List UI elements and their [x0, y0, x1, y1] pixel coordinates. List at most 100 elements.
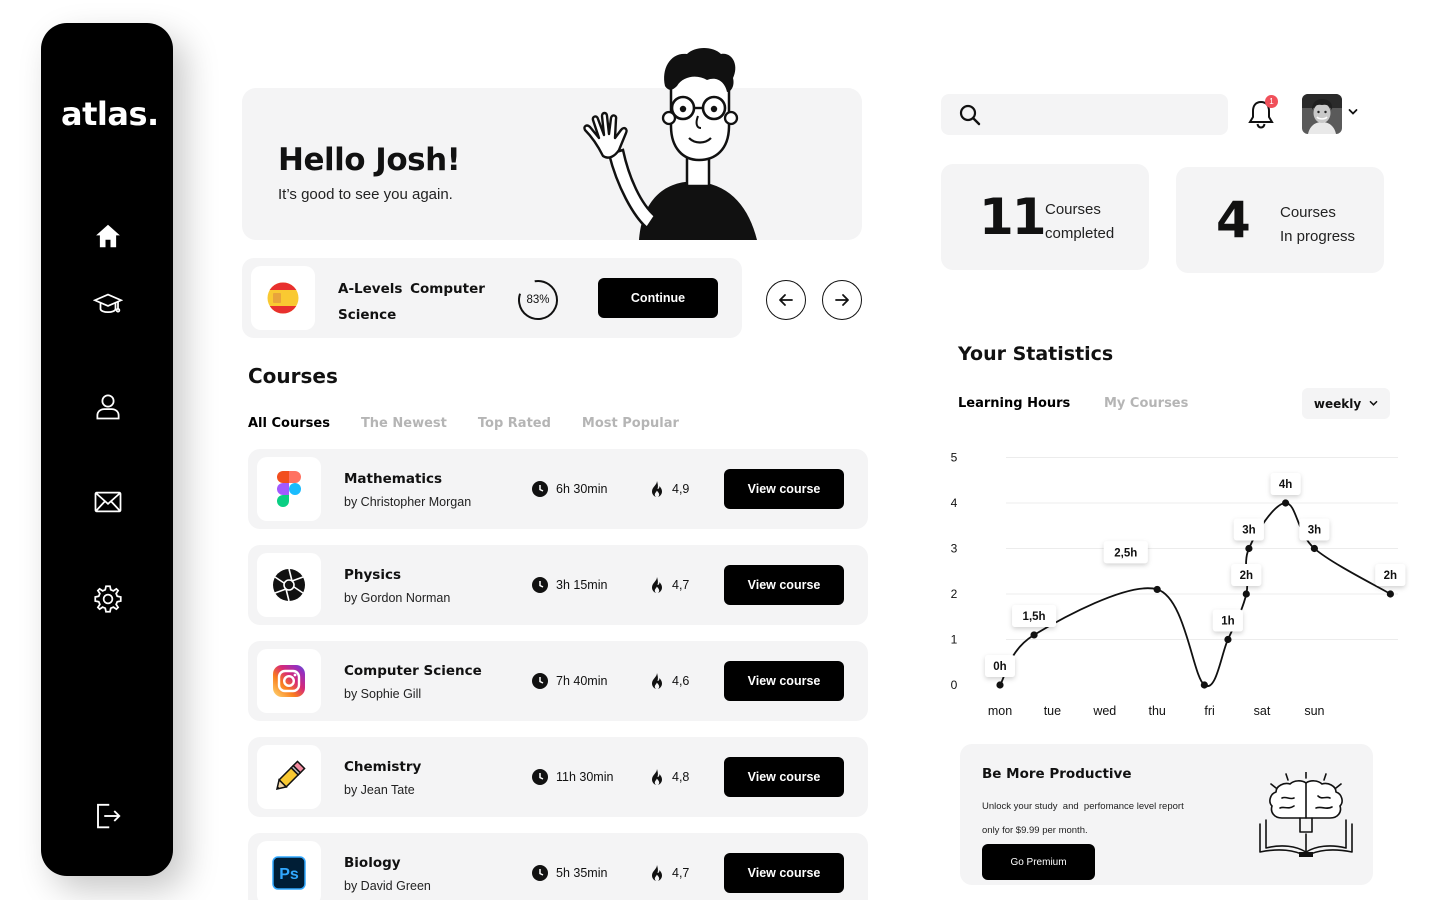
duration-text: 6h 30min: [556, 482, 608, 496]
premium-line1: Unlock your study and perfomance level r…: [982, 801, 1184, 812]
course-name: Physics: [344, 567, 402, 583]
duration-text: 5h 35min: [556, 866, 608, 880]
course-duration: 7h 40min: [532, 673, 607, 689]
statistics-title: Your Statistics: [958, 343, 1114, 365]
clock-icon: [532, 481, 548, 497]
go-premium-button[interactable]: Go Premium: [982, 844, 1095, 880]
x-tick-label: sat: [1254, 704, 1271, 718]
graduation-cap-icon[interactable]: [91, 287, 125, 321]
y-tick-label: 1: [951, 633, 958, 647]
courses-title: Courses: [248, 364, 338, 388]
user-icon[interactable]: [91, 389, 125, 423]
course-name: Biology: [344, 855, 401, 871]
y-tick-label: 0: [951, 678, 958, 692]
tab-most-popular[interactable]: Most Popular: [582, 416, 679, 431]
view-course-button[interactable]: View course: [724, 469, 844, 509]
course-tabs: All Courses The Newest Top Rated Most Po…: [248, 416, 710, 431]
duration-text: 11h 30min: [556, 770, 614, 784]
clock-icon: [532, 769, 548, 785]
y-tick-label: 4: [951, 496, 958, 510]
logout-icon[interactable]: [91, 799, 125, 833]
instagram-icon: [257, 649, 321, 713]
envelope-icon[interactable]: [91, 485, 125, 519]
data-point: [1386, 590, 1394, 598]
rating-text: 4,7: [672, 578, 690, 592]
course-row: Chemistry by Jean Tate 11h 30min 4,8 Vie…: [248, 737, 868, 817]
greeting-subtitle: It’s good to see you again.: [278, 186, 453, 203]
view-course-button[interactable]: View course: [724, 661, 844, 701]
premium-promo-card: Be More Productive Unlock your study and…: [960, 744, 1373, 885]
rating-text: 4,9: [672, 482, 690, 496]
tab-my-courses[interactable]: My Courses: [1104, 396, 1188, 411]
notification-badge: 1: [1265, 95, 1278, 108]
figma-icon: [257, 457, 321, 521]
pencil-icon: [257, 745, 321, 809]
clock-icon: [532, 577, 548, 593]
logo: atlas.: [61, 95, 159, 133]
search-icon[interactable]: [959, 104, 981, 126]
continue-course-card: A-Levels Computer Science 83% Continue: [242, 258, 742, 338]
gear-icon[interactable]: [91, 582, 125, 616]
data-point: [1030, 631, 1038, 639]
previous-button[interactable]: [766, 280, 806, 320]
duration-text: 7h 40min: [556, 674, 608, 688]
course-progress-ring: 83%: [516, 278, 560, 322]
clock-icon: [532, 865, 548, 881]
tab-top-rated[interactable]: Top Rated: [478, 416, 551, 431]
data-point: [1153, 585, 1161, 594]
course-rating: 4,7: [650, 865, 689, 881]
aperture-icon: [257, 553, 321, 617]
in-progress-label-line2: In progress: [1280, 228, 1356, 245]
progress-percent: 83%: [526, 294, 550, 306]
brain-book-illustration: [1259, 772, 1353, 857]
spain-flag-icon: [251, 266, 315, 330]
premium-description: Unlock your study and perfomance level r…: [982, 795, 1222, 843]
x-tick-label: mon: [988, 704, 1012, 718]
period-value: weekly: [1313, 396, 1362, 411]
tab-learning-hours[interactable]: Learning Hours: [958, 396, 1070, 411]
waving-character-illustration: [583, 48, 757, 240]
completed-label-line1: Courses: [1045, 201, 1101, 218]
in-progress-label-line1: Courses: [1280, 204, 1336, 221]
greeting-title: Hello Josh!: [278, 142, 461, 178]
course-name: Chemistry: [344, 759, 422, 775]
course-duration: 6h 30min: [532, 481, 607, 497]
period-dropdown[interactable]: weekly: [1302, 388, 1390, 419]
premium-title: Be More Productive: [982, 766, 1132, 782]
rating-text: 4,6: [672, 674, 690, 688]
photoshop-icon: Ps: [257, 841, 321, 900]
courses-in-progress-card: 4 Courses In progress: [1176, 167, 1384, 273]
search-input[interactable]: [989, 102, 1219, 127]
learning-hours-chart: 0 1 2 3 4 5 mon tue wed thu fri sat sun 0h 1,5h 1h 2h 3…: [951, 451, 1406, 718]
view-course-button[interactable]: View course: [724, 853, 844, 893]
course-author: by Christopher Morgan: [344, 495, 472, 509]
x-tick-label: tue: [1044, 704, 1061, 718]
x-tick-label: wed: [1092, 704, 1116, 718]
fire-icon: [652, 865, 662, 881]
completed-label: Courses completed: [1045, 198, 1114, 246]
course-rating: 4,9: [650, 481, 689, 497]
x-tick-label: sun: [1304, 704, 1324, 718]
course-duration: 11h 30min: [532, 769, 613, 785]
home-icon[interactable]: [91, 219, 125, 253]
data-label: 1,5h: [1023, 611, 1046, 623]
continue-button[interactable]: Continue: [598, 278, 718, 318]
view-course-button[interactable]: View course: [724, 565, 844, 605]
course-rating: 4,6: [650, 673, 689, 689]
clock-icon: [532, 673, 548, 689]
data-label: 3h: [1308, 525, 1321, 537]
course-duration: 5h 35min: [532, 865, 607, 881]
tab-the-newest[interactable]: The Newest: [361, 416, 447, 431]
view-course-button[interactable]: View course: [724, 757, 844, 797]
chevron-down-icon[interactable]: [1348, 108, 1358, 116]
course-rating: 4,8: [650, 769, 689, 785]
arrow-left-icon: [779, 294, 793, 306]
duration-text: 3h 15min: [556, 578, 608, 592]
welcome-banner: Hello Josh! It’s good to see you again.: [242, 88, 862, 240]
avatar[interactable]: [1302, 94, 1342, 134]
tab-all-courses[interactable]: All Courses: [248, 416, 330, 431]
in-progress-count: 4: [1216, 191, 1251, 249]
completed-label-line2: completed: [1045, 225, 1115, 242]
next-button[interactable]: [822, 280, 862, 320]
course-row: Mathematics by Christopher Morgan 6h 30m…: [248, 449, 868, 529]
